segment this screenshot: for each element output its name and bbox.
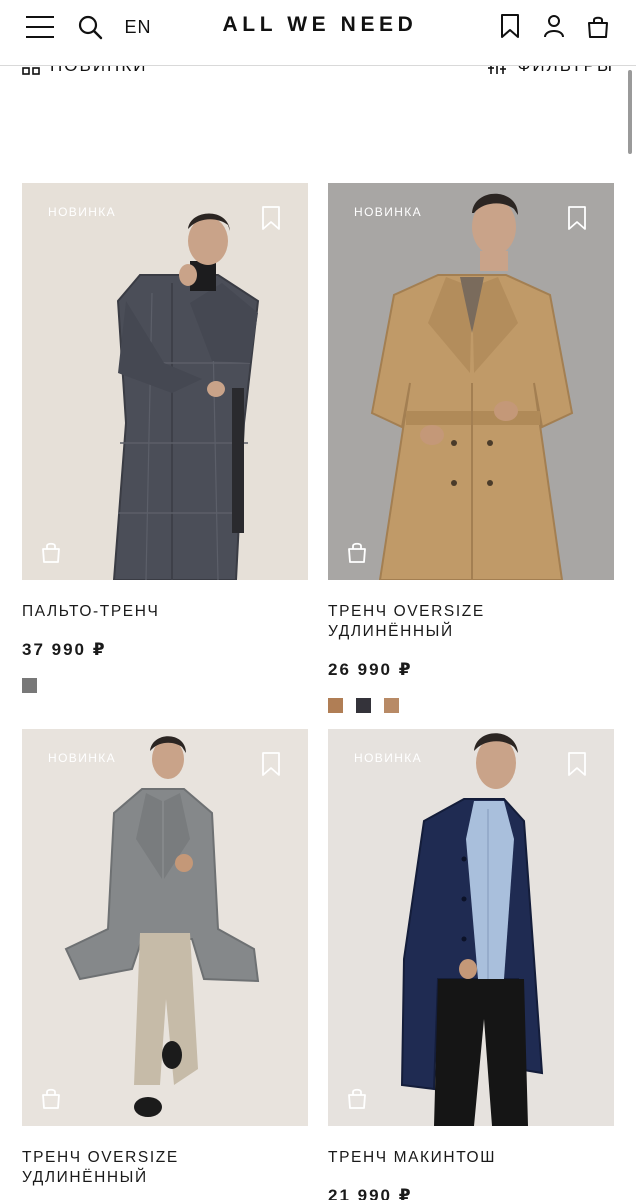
product-photo[interactable]: НОВИНКА (328, 729, 614, 1126)
shopping-bag-icon (348, 1088, 366, 1109)
color-swatches (328, 698, 614, 713)
bookmark-icon (568, 752, 586, 776)
bookmark-icon (501, 14, 519, 38)
add-to-favorites-button[interactable] (566, 205, 592, 235)
add-to-cart-button[interactable] (40, 1086, 64, 1112)
new-badge: НОВИНКА (354, 205, 423, 219)
product-photo[interactable]: НОВИНКА (22, 729, 308, 1126)
favorites-button[interactable] (496, 12, 524, 40)
product-image-grey-trench (22, 729, 308, 1126)
product-title[interactable]: ТРЕНЧ OVERSIZE УДЛИНЁННЫЙ (328, 602, 614, 642)
site-header: EN ALL WE NEED (0, 0, 636, 66)
shopping-bag-icon (42, 542, 60, 563)
add-to-cart-button[interactable] (40, 540, 64, 566)
product-card[interactable]: НОВИНКА ТРЕНЧ OVERSIZE УДЛИНЁННЫЙ (22, 729, 308, 1188)
catalog-page: EN ALL WE NEED НОВИНКА ПАЛЬТО-ТРЕНЧ 37 9… (0, 0, 636, 1200)
new-badge: НОВИНКА (354, 751, 423, 765)
color-swatch[interactable] (384, 698, 399, 713)
product-photo[interactable]: НОВИНКА (22, 183, 308, 580)
product-card[interactable]: НОВИНКА ПАЛЬТО-ТРЕНЧ 37 990 ₽ (22, 183, 308, 693)
new-badge: НОВИНКА (48, 205, 117, 219)
scrollbar[interactable] (628, 70, 632, 154)
product-price: 37 990 ₽ (22, 640, 107, 659)
color-swatches (22, 678, 308, 693)
bookmark-icon (262, 206, 280, 230)
user-icon (544, 15, 564, 38)
product-card[interactable]: НОВИНКА ТРЕНЧ МАКИНТОШ 21 990 ₽ (328, 729, 614, 1200)
shopping-bag-icon (42, 1088, 60, 1109)
product-title[interactable]: ПАЛЬТО-ТРЕНЧ (22, 602, 308, 622)
product-price: 21 990 ₽ (328, 1186, 413, 1200)
product-image-plaid-trench (22, 183, 308, 580)
product-title-line: УДЛИНЁННЫЙ (22, 1169, 148, 1186)
account-button[interactable] (540, 12, 568, 40)
product-title-line: УДЛИНЁННЫЙ (328, 623, 454, 640)
search-button[interactable] (76, 13, 104, 41)
color-swatch[interactable] (356, 698, 371, 713)
add-to-cart-button[interactable] (346, 540, 370, 566)
product-image-navy-mac (328, 729, 614, 1126)
add-to-favorites-button[interactable] (566, 751, 592, 781)
product-title-line: ТРЕНЧ OVERSIZE (22, 1149, 179, 1166)
menu-icon (26, 16, 54, 38)
product-card[interactable]: НОВИНКА ТРЕНЧ OVERSIZE УДЛИНЁННЫЙ 26 990… (328, 183, 614, 713)
shopping-bag-icon (588, 16, 608, 38)
product-title-line: ТРЕНЧ OVERSIZE (328, 603, 485, 620)
bookmark-icon (262, 752, 280, 776)
product-photo[interactable]: НОВИНКА (328, 183, 614, 580)
product-price: 26 990 ₽ (328, 660, 413, 679)
bookmark-icon (568, 206, 586, 230)
color-swatch[interactable] (328, 698, 343, 713)
search-icon (78, 15, 103, 40)
add-to-favorites-button[interactable] (260, 751, 286, 781)
site-logo[interactable]: ALL WE NEED (200, 13, 440, 37)
color-swatch[interactable] (22, 678, 37, 693)
language-switch[interactable]: EN (122, 14, 154, 40)
add-to-favorites-button[interactable] (260, 205, 286, 235)
product-title[interactable]: ТРЕНЧ МАКИНТОШ (328, 1148, 614, 1168)
product-title[interactable]: ТРЕНЧ OVERSIZE УДЛИНЁННЫЙ (22, 1148, 308, 1188)
shopping-bag-icon (348, 542, 366, 563)
product-image-beige-trench (328, 183, 614, 580)
new-badge: НОВИНКА (48, 751, 117, 765)
add-to-cart-button[interactable] (346, 1086, 370, 1112)
menu-button[interactable] (22, 12, 58, 42)
cart-button[interactable] (584, 12, 612, 40)
